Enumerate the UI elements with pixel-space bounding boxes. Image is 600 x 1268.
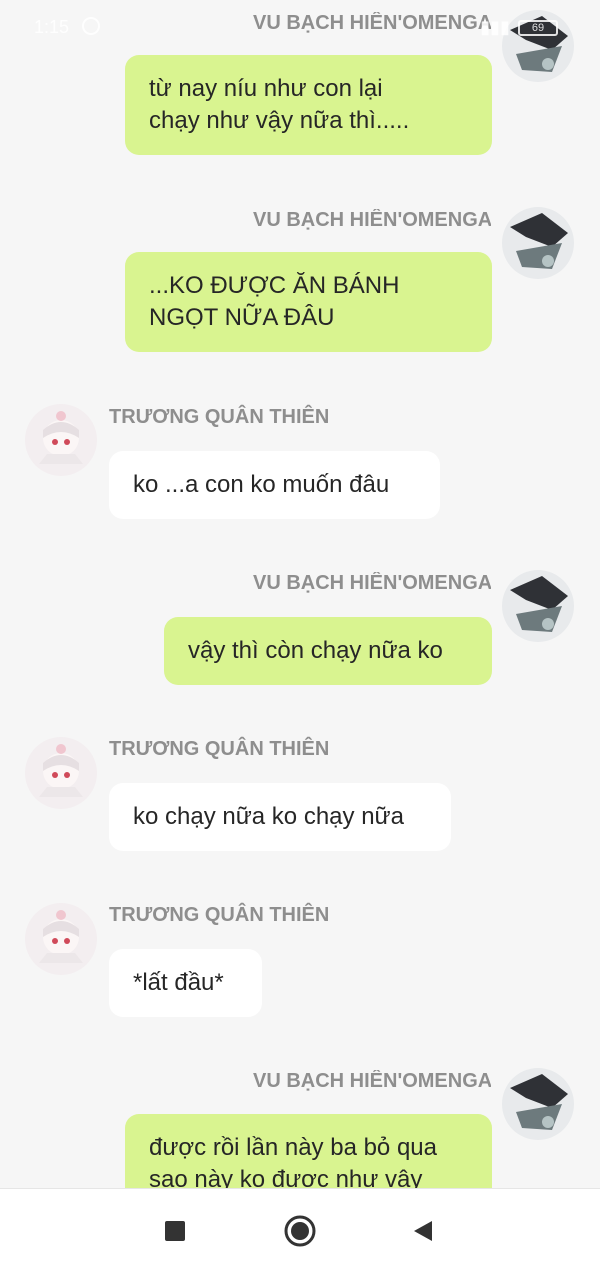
sender-name: TRƯƠNG QUÂN THIÊN — [109, 904, 330, 926]
status-right: ▮▮▮ 69 — [480, 17, 558, 38]
avatar[interactable] — [502, 207, 574, 279]
avatar-image-icon — [502, 207, 574, 279]
battery-icon: 69 — [518, 19, 558, 36]
chat-list[interactable]: VU BẠCH HIÊN'OMENGA' từ nay níu như con … — [0, 0, 600, 1188]
message-line: vậy thì còn chạy nữa ko — [188, 637, 443, 664]
avatar-image-icon — [502, 1068, 574, 1140]
message-bubble[interactable]: *lất đầu* — [109, 949, 262, 1017]
message-line: sao này ko được như vậy — [149, 1166, 423, 1188]
message-bubble[interactable]: ko chạy nữa ko chạy nữa — [109, 783, 451, 851]
home-button[interactable] — [280, 1211, 320, 1251]
status-bar: 1:15 ▮▮▮ 69 — [0, 0, 600, 48]
status-time: 1:15 — [34, 17, 70, 37]
sender-name: TRƯƠNG QUÂN THIÊN — [109, 738, 330, 760]
message-line: NGỌT NỮA ĐÂU — [149, 304, 335, 331]
avatar-image-icon — [25, 903, 97, 975]
message-bubble[interactable]: được rồi lần này ba bỏ qua sao này ko đư… — [125, 1114, 492, 1188]
sender-name: VU BẠCH HIÊN'OMENGA' — [253, 209, 491, 231]
sender-name: TRƯƠNG QUÂN THIÊN — [109, 406, 330, 428]
home-circle-icon — [284, 1215, 316, 1247]
avatar-image-icon — [25, 737, 97, 809]
message-line: *lất đầu* — [133, 969, 224, 996]
system-nav-bar — [0, 1188, 600, 1268]
avatar-image-icon — [502, 570, 574, 642]
recents-button[interactable] — [155, 1211, 195, 1251]
stop-square-icon — [165, 1221, 185, 1241]
message-line: từ nay níu như con lại — [149, 75, 383, 102]
avatar[interactable] — [502, 570, 574, 642]
message-bubble[interactable]: vậy thì còn chạy nữa ko — [164, 617, 492, 685]
message-line: ...KO ĐƯỢC ĂN BÁNH — [149, 272, 400, 299]
avatar[interactable] — [25, 404, 97, 476]
signal-icon: ▮▮▮ — [480, 17, 510, 37]
message-line: được rồi lần này ba bỏ qua — [149, 1134, 437, 1161]
back-triangle-icon — [414, 1221, 432, 1241]
message-line: ko chạy nữa ko chạy nữa — [133, 803, 404, 830]
message-line: ko ...a con ko muốn đâu — [133, 471, 390, 498]
sender-name: VU BẠCH HIÊN'OMENGA' — [253, 1070, 491, 1092]
message-bubble[interactable]: ko ...a con ko muốn đâu — [109, 451, 440, 519]
avatar[interactable] — [502, 1068, 574, 1140]
avatar-image-icon — [25, 404, 97, 476]
avatar[interactable] — [25, 737, 97, 809]
message-bubble[interactable]: ...KO ĐƯỢC ĂN BÁNH NGỌT NỮA ĐÂU — [125, 252, 492, 352]
message-line: chạy như vậy nữa thì..... — [149, 107, 410, 134]
avatar[interactable] — [25, 903, 97, 975]
message-bubble[interactable]: từ nay níu như con lại chạy như vậy nữa … — [125, 55, 492, 155]
back-button[interactable] — [403, 1211, 443, 1251]
messenger-icon — [82, 17, 100, 35]
sender-name: VU BẠCH HIÊN'OMENGA' — [253, 572, 491, 594]
